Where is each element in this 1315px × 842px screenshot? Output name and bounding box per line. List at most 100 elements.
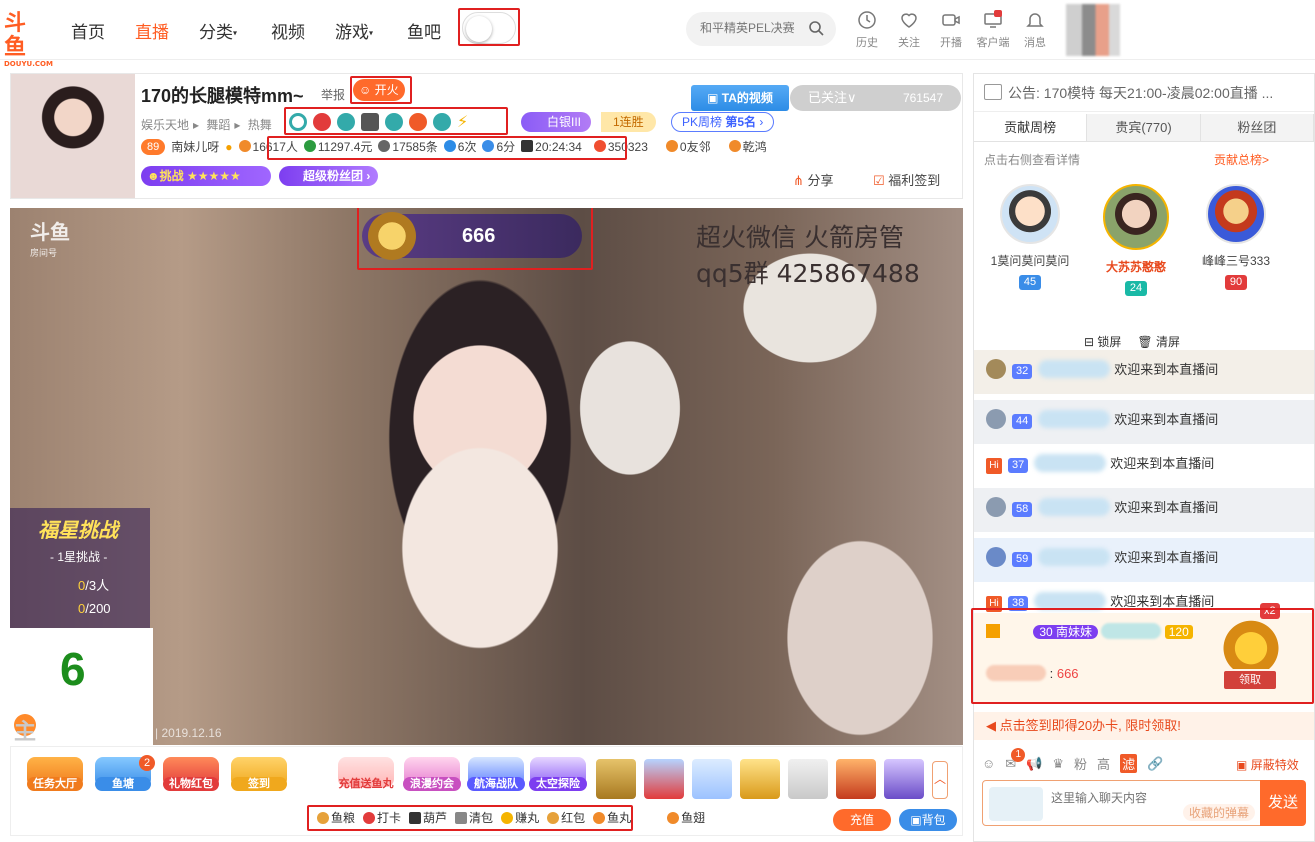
ta-video-button[interactable]: ▣ TA的视频 xyxy=(691,85,789,111)
breadcrumb-entertainment[interactable]: 娱乐天地 xyxy=(141,118,189,132)
chat-message[interactable]: 44 欢迎来到本直播间 xyxy=(974,400,1314,444)
claim-chest-button[interactable]: 领取 xyxy=(1224,671,1276,689)
douyu-logo[interactable]: 斗鱼 DOUYU.COM xyxy=(4,12,53,69)
promo-voyage-team[interactable]: 航海战队 xyxy=(467,757,525,797)
rank-badge[interactable]: 白银III xyxy=(521,112,592,132)
gift-rocket[interactable] xyxy=(644,759,684,799)
username-blurred[interactable] xyxy=(1034,454,1107,472)
search-input[interactable] xyxy=(700,21,800,35)
signin-bar-button[interactable]: 签到 xyxy=(231,757,287,797)
clear-screen-button[interactable]: 🗑 清屏 xyxy=(1137,333,1180,350)
gift-666[interactable] xyxy=(788,759,828,799)
item-checkin[interactable]: 打卡 xyxy=(363,809,401,826)
treasure-chest-message[interactable]: 30 南妹妹 120 : 666 x2 领取 xyxy=(974,603,1312,703)
gift-treasure[interactable] xyxy=(836,759,876,799)
teal-badge-icon[interactable] xyxy=(337,113,355,131)
task-hall-button[interactable]: 任务大厅 xyxy=(27,757,83,797)
breadcrumb-dance[interactable]: 舞蹈 xyxy=(206,118,230,132)
signin-tip[interactable]: ◀ 点击签到即得20办卡, 限时领取! xyxy=(974,712,1314,740)
rank-3-card[interactable]: 峰峰三号333 90 xyxy=(1186,184,1286,290)
username-blurred[interactable] xyxy=(986,665,1046,681)
favorite-danmu-button[interactable]: 收藏的弹幕 xyxy=(1182,804,1255,821)
pk-weekly-rank[interactable]: PK周榜 第5名 › xyxy=(671,112,775,132)
challenge-badge[interactable]: ☻挑战 ★★★★★ xyxy=(141,166,271,186)
follow-button[interactable]: 已关注∨ 761547 xyxy=(790,85,961,111)
ring-badge-icon[interactable] xyxy=(289,113,307,131)
room-notice[interactable]: 公告: 170模特 每天21:00-凌晨02:00直播 ... xyxy=(974,74,1314,112)
username-blurred[interactable] xyxy=(1038,498,1111,516)
send-button[interactable]: 发送 xyxy=(1260,780,1306,826)
nav-live[interactable]: 直播 xyxy=(135,18,169,43)
username-blurred[interactable] xyxy=(1034,592,1107,610)
filter-icon[interactable]: 滤 xyxy=(1120,754,1138,773)
gift-gold-card[interactable] xyxy=(740,759,780,799)
tab-vip[interactable]: 贵宾(770) xyxy=(1087,114,1201,141)
nav-fishbar[interactable]: 鱼吧 xyxy=(407,18,441,43)
treasure-chest-icon[interactable] xyxy=(1218,617,1284,669)
mail-icon[interactable]: ✉ 1 xyxy=(1005,747,1026,772)
gift-redpacket-button[interactable]: 礼物红包 xyxy=(163,757,219,797)
rank-2-card[interactable]: 1莫问莫问莫问 45 xyxy=(980,184,1080,290)
signin-button[interactable]: ☑ 福利签到 xyxy=(873,170,940,189)
history-button[interactable]: 历史 xyxy=(850,10,884,50)
item-clear-bag[interactable]: 清包 xyxy=(455,809,493,826)
nav-category[interactable]: 分类▾ xyxy=(199,18,237,43)
item-gourd[interactable]: 葫芦 xyxy=(409,809,447,826)
gift-jet[interactable] xyxy=(692,759,732,799)
star-challenge-widget[interactable]: 福星挑战 - 1星挑战 - 0/3人 0/200 xyxy=(10,508,150,628)
client-button[interactable]: 客户端 xyxy=(976,10,1010,50)
user-avatar[interactable] xyxy=(1066,4,1120,56)
megaphone-icon[interactable]: 📢 xyxy=(1026,756,1042,772)
hot-button[interactable]: ☺ 开火 xyxy=(353,79,405,101)
nav-video[interactable]: 视频 xyxy=(271,18,305,43)
anchor-avatar[interactable] xyxy=(11,74,135,198)
rank-avatar[interactable] xyxy=(1103,184,1169,250)
report-link[interactable]: 举报 xyxy=(321,86,345,103)
username-blurred[interactable] xyxy=(1038,410,1111,428)
teal-badge-icon[interactable] xyxy=(385,113,403,131)
item-shark-fin[interactable]: 鱼翅 xyxy=(667,809,705,826)
chat-message[interactable]: 58 欢迎来到本直播间 xyxy=(974,488,1314,532)
username-blurred[interactable] xyxy=(1101,623,1162,639)
total-rank-link[interactable]: 贡献总榜> xyxy=(1214,151,1269,168)
promo-space-explore[interactable]: 太空探险 xyxy=(529,757,587,797)
calendar-badge-icon[interactable] xyxy=(361,113,379,131)
no-entry-badge-icon[interactable] xyxy=(313,113,331,131)
teal-badge-icon[interactable] xyxy=(433,113,451,131)
crown-icon[interactable]: ♛ xyxy=(1052,756,1064,772)
stat-guild[interactable]: 乾鸿 xyxy=(728,138,767,155)
chat-message[interactable]: Hi 37 欢迎来到本直播间 xyxy=(974,444,1314,488)
anchor-nickname[interactable]: 南妹儿呀 xyxy=(171,138,219,155)
promo-recharge[interactable]: 充值送鱼丸 xyxy=(337,757,395,797)
top-fan-badge[interactable]: 666 xyxy=(362,212,582,260)
backpack-button[interactable]: ▣背包 xyxy=(899,809,957,831)
follow-nav-button[interactable]: 关注 xyxy=(892,10,926,50)
theme-toggle[interactable] xyxy=(462,12,516,44)
fish-pond-button[interactable]: 鱼塘 2 xyxy=(95,755,155,797)
stat-friends[interactable]: 0友邻 xyxy=(665,138,711,155)
tab-weekly-contribution[interactable]: 贡献周榜 xyxy=(974,114,1088,141)
search-icon[interactable] xyxy=(808,20,824,36)
lock-screen-button[interactable]: ⊟ 锁屏 xyxy=(1084,333,1121,350)
chat-avatar[interactable] xyxy=(989,787,1043,821)
nav-games[interactable]: 游戏▾ xyxy=(335,18,373,43)
chat-message[interactable]: 59 欢迎来到本直播间 xyxy=(974,538,1314,582)
messages-button[interactable]: 消息 xyxy=(1018,10,1052,50)
breadcrumb-hot-dance[interactable]: 热舞 xyxy=(248,118,272,132)
recharge-button[interactable]: 充值 xyxy=(833,809,891,831)
anchor-level[interactable]: 89 xyxy=(141,138,166,155)
emoji-icon[interactable]: ☺ xyxy=(982,756,995,771)
promo-romantic-date[interactable]: 浪漫约会 xyxy=(403,757,461,797)
item-fish-pellet[interactable]: 鱼丸 xyxy=(593,809,631,826)
expand-gifts-button[interactable]: ︿ xyxy=(932,761,948,799)
link-icon[interactable]: 🔗 xyxy=(1147,756,1163,772)
rank-1-card[interactable]: 大苏苏憨憨 24 xyxy=(1086,184,1186,296)
shield-effects-toggle[interactable]: ▣ 屏蔽特效 xyxy=(1236,756,1299,773)
burst-badge-icon[interactable] xyxy=(409,113,427,131)
share-button[interactable]: ⋔ 分享 xyxy=(793,170,834,189)
rank-avatar[interactable] xyxy=(1000,184,1060,244)
username-blurred[interactable] xyxy=(1038,360,1111,378)
rank-avatar[interactable] xyxy=(1206,184,1266,244)
item-redpacket[interactable]: 红包 xyxy=(547,809,585,826)
fans-icon[interactable]: 粉 xyxy=(1074,754,1087,773)
